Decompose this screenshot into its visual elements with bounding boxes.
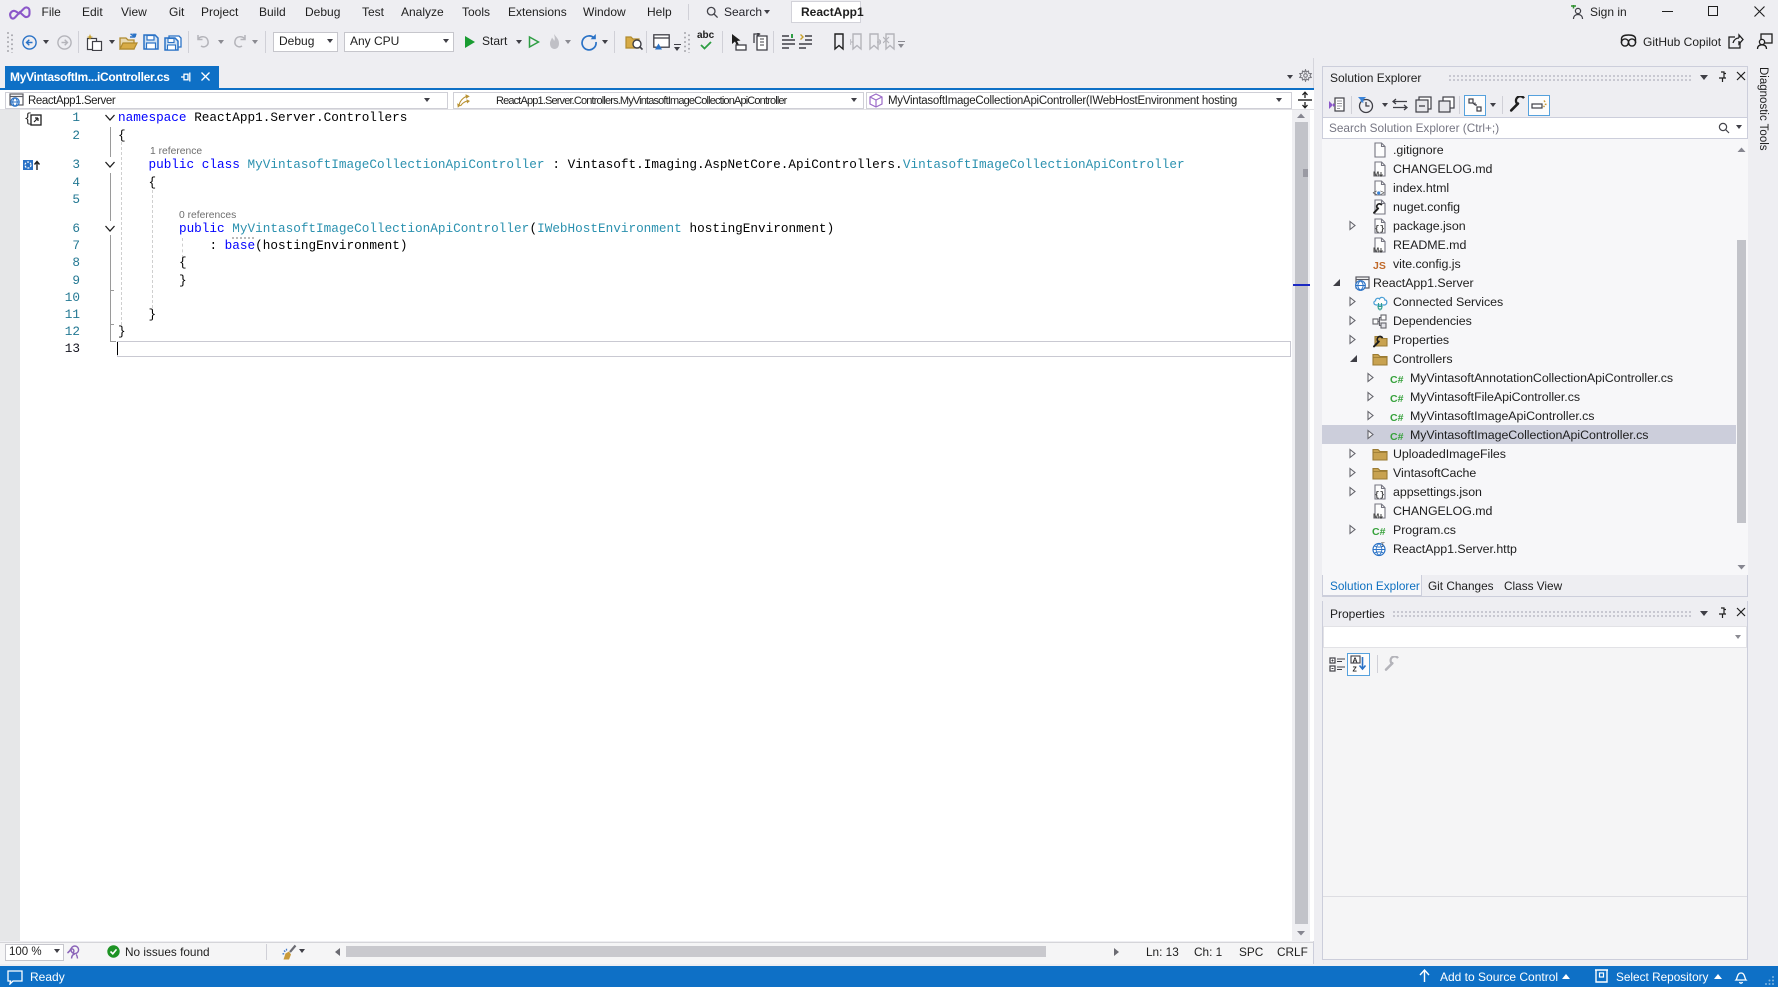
- svg-text:Z: Z: [1353, 667, 1358, 674]
- svg-text:{}: {}: [1375, 224, 1385, 234]
- svg-text:M: M: [1373, 245, 1379, 254]
- svg-text:>: >: [1380, 188, 1385, 197]
- svg-text:C#: C#: [1390, 393, 1404, 405]
- svg-text:C#: C#: [1390, 412, 1404, 424]
- svg-text:M: M: [1373, 511, 1379, 520]
- svg-text:M: M: [1373, 169, 1379, 178]
- svg-text:C#: C#: [1390, 431, 1404, 443]
- svg-text:C#: C#: [1372, 526, 1386, 538]
- svg-text:T: T: [1381, 543, 1385, 549]
- svg-text:{}: {}: [1375, 490, 1385, 500]
- svg-text:JS: JS: [1373, 260, 1386, 272]
- svg-text:<: <: [1373, 188, 1378, 197]
- svg-text:C#: C#: [1390, 374, 1404, 386]
- svg-text:A: A: [1353, 658, 1358, 665]
